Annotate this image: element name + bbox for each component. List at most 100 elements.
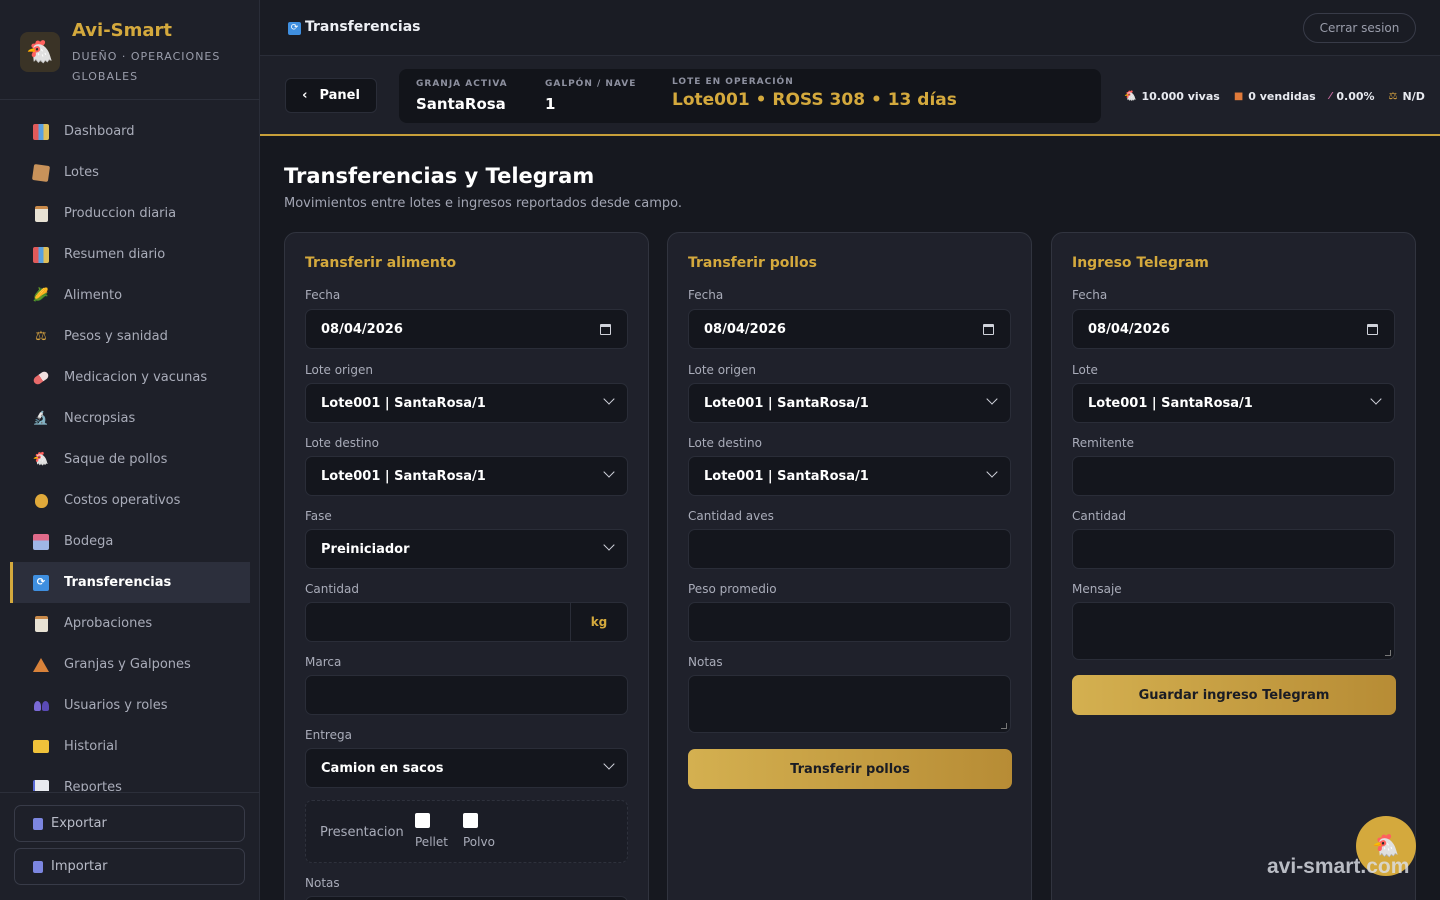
remitente-input[interactable] [1072,456,1395,496]
page-title: Transferencias y Telegram [284,164,595,188]
stat-peso-value: N/D [1402,90,1425,103]
stat-porcentaje: ⁄ 0.00% [1330,90,1375,103]
sidebar-item-costos-operativos[interactable]: Costos operativos [10,480,250,521]
entrega-select[interactable]: Camion en sacos [305,748,628,788]
logout-button[interactable]: Cerrar sesion [1303,13,1416,43]
sidebar-item-pesos-sanidad[interactable]: ⚖ Pesos y sanidad [10,316,250,357]
sidebar-item-aprobaciones[interactable]: Aprobaciones [10,603,250,644]
bar-chart-icon [32,246,50,264]
warehouse-icon [32,533,50,551]
sidebar-item-label: Aprobaciones [64,616,153,631]
sidebar-item-produccion-diaria[interactable]: Produccion diaria [10,193,250,234]
lote-origen-select[interactable]: Lote001 | SantaRosa/1 [305,383,628,423]
import-label: Importar [51,859,108,874]
pellet-checkbox[interactable] [415,813,430,828]
lote-destino-select[interactable]: Lote001 | SantaRosa/1 [688,456,1011,496]
box-icon [31,163,51,182]
calendar-icon[interactable] [1367,324,1378,335]
chevron-down-icon [603,539,615,551]
sidebar-item-reportes[interactable]: Reportes [10,767,250,791]
lote-origen-label: Lote origen [305,363,373,377]
brand: 🐔 Avi-Smart DUEÑO · OPERACIONES GLOBALES [0,0,260,100]
topbar: ⟳ Transferencias Cerrar sesion [260,0,1440,56]
fecha-input[interactable]: 08/04/2026 [305,309,628,349]
sidebar-item-label: Produccion diaria [64,206,177,221]
sidebar-footer: Exportar Importar [0,792,260,900]
fecha-value: 08/04/2026 [704,321,786,337]
sidebar-item-label: Pesos y sanidad [64,329,168,344]
cantidad-label: Cantidad [305,582,359,596]
stat-vivas-value: 10.000 vivas [1141,90,1220,103]
stat-vivas: 🐔 10.000 vivas [1124,90,1220,103]
sidebar-item-label: Lotes [64,165,99,180]
pill-icon [32,369,50,387]
lote-destino-value: Lote001 | SantaRosa/1 [704,468,869,484]
sidebar-item-label: Granjas y Galpones [64,657,191,672]
sidebar-item-granjas-galpones[interactable]: Granjas y Galpones [10,644,250,685]
lote-select[interactable]: Lote001 | SantaRosa/1 [1072,383,1395,423]
scale-icon: ⚖ [35,329,47,344]
calendar-icon[interactable] [983,324,994,335]
sidebar-item-saque-pollos[interactable]: 🐔 Saque de pollos [10,439,250,480]
polvo-label: Polvo [463,835,495,849]
mensaje-textarea[interactable] [1072,602,1395,660]
stat-vendidas-value: 0 vendidas [1248,90,1316,103]
mensaje-label: Mensaje [1072,582,1122,596]
sidebar-item-alimento[interactable]: 🌽 Alimento [10,275,250,316]
import-button[interactable]: Importar [14,848,245,885]
money-bag-icon [32,492,50,510]
sidebar-item-resumen-diario[interactable]: Resumen diario [10,234,250,275]
peso-promedio-input[interactable] [688,602,1011,642]
fecha-input[interactable]: 08/04/2026 [1072,309,1395,349]
polvo-checkbox[interactable] [463,813,478,828]
sidebar-item-medicacion-vacunas[interactable]: Medicacion y vacunas [10,357,250,398]
sidebar-item-dashboard[interactable]: Dashboard [10,111,250,152]
page-subtitle: Movimientos entre lotes e ingresos repor… [284,196,683,211]
export-label: Exportar [51,816,107,831]
lote-origen-value: Lote001 | SantaRosa/1 [321,395,486,411]
chicken-icon: 🐔 [32,452,50,467]
sidebar-item-label: Saque de pollos [64,452,168,467]
granja-info: GRANJA ACTIVA SantaRosa [416,79,508,113]
stat-peso: ⚖ N/D [1389,90,1425,103]
notas-textarea[interactable] [305,896,628,900]
clipboard-icon [32,615,50,633]
cantidad-input[interactable] [1072,529,1395,569]
fecha-label: Fecha [1072,288,1108,302]
page-header-title: Transferencias [305,19,421,35]
context-bar: ‹ Panel GRANJA ACTIVA SantaRosa GALPÓN /… [260,56,1440,136]
sidebar-item-necropsias[interactable]: 🔬 Necropsias [10,398,250,439]
export-button[interactable]: Exportar [14,805,245,842]
lote-destino-value: Lote001 | SantaRosa/1 [321,468,486,484]
calendar-icon[interactable] [600,324,611,335]
entrega-value: Camion en sacos [321,760,444,776]
lote-origen-select[interactable]: Lote001 | SantaRosa/1 [688,383,1011,423]
lote-destino-select[interactable]: Lote001 | SantaRosa/1 [305,456,628,496]
clipboard-icon [32,205,50,223]
ingreso-telegram-card: Ingreso Telegram Fecha 08/04/2026 Lote L… [1051,232,1416,900]
sidebar: 🐔 Avi-Smart DUEÑO · OPERACIONES GLOBALES… [0,0,260,900]
cantidad-aves-input[interactable] [688,529,1011,569]
fase-select[interactable]: Preiniciador [305,529,628,569]
lote-label: Lote [1072,363,1098,377]
sidebar-item-transferencias[interactable]: ⟳ Transferencias [10,562,250,603]
sidebar-item-usuarios-roles[interactable]: Usuarios y roles [10,685,250,726]
sidebar-item-historial[interactable]: Historial [10,726,250,767]
sidebar-item-lotes[interactable]: Lotes [10,152,250,193]
sidebar-item-label: Alimento [64,288,123,303]
lote-info: LOTE EN OPERACIÓN Lote001 • ROSS 308 • 1… [672,77,957,110]
line-chart-icon [32,779,50,791]
marca-input[interactable] [305,675,628,715]
sidebar-item-label: Medicacion y vacunas [64,370,208,385]
chevron-down-icon [986,393,998,405]
guardar-telegram-button[interactable]: Guardar ingreso Telegram [1072,675,1396,715]
back-to-panel-button[interactable]: ‹ Panel [285,78,377,113]
fecha-input[interactable]: 08/04/2026 [688,309,1011,349]
cantidad-input[interactable]: kg [305,602,628,642]
resize-handle[interactable] [1385,650,1391,656]
resize-handle[interactable] [1001,723,1007,729]
notas-textarea[interactable] [688,675,1011,733]
pellet-label: Pellet [415,835,448,849]
sidebar-item-bodega[interactable]: Bodega [10,521,250,562]
transferir-pollos-button[interactable]: Transferir pollos [688,749,1012,789]
